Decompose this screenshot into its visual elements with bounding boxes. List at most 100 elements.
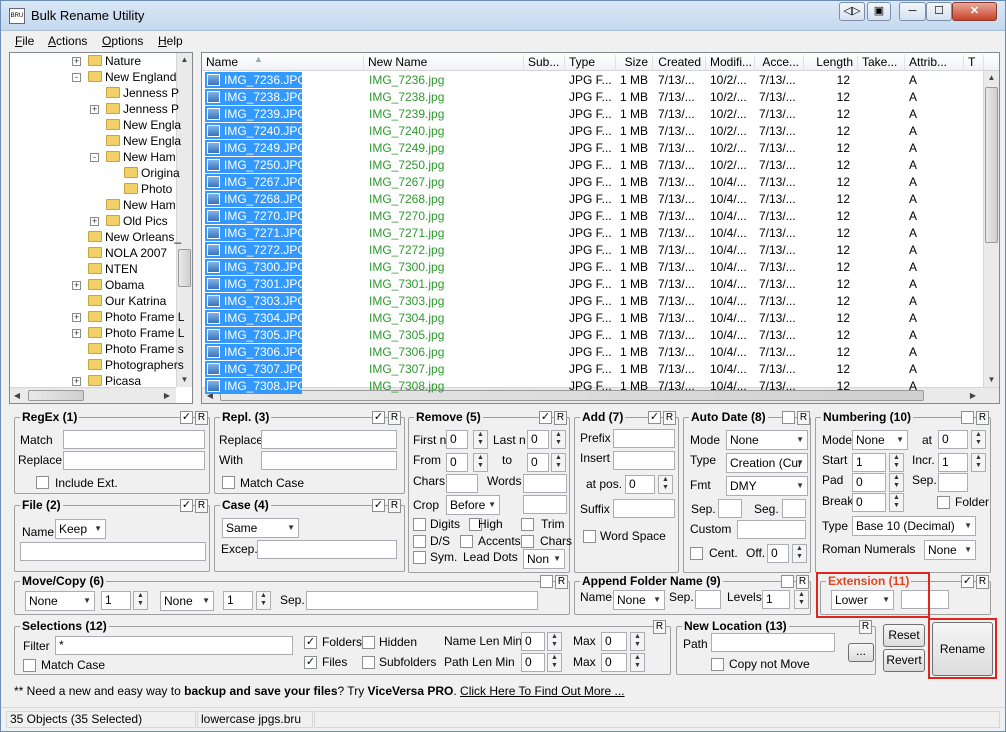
to-spinner[interactable]: ▲ ▼ [551, 453, 566, 472]
column-header[interactable]: Size [616, 55, 653, 71]
regex-replace-input[interactable] [63, 451, 205, 470]
from-input[interactable]: 0 [446, 453, 468, 472]
remove-enable-checkbox[interactable]: ✓ [539, 411, 552, 424]
tree-item[interactable]: New Ham [106, 150, 176, 166]
movecopy-reset-button[interactable]: R [555, 575, 568, 589]
repl-reset-button[interactable]: R [388, 411, 401, 425]
column-header[interactable]: Created [653, 55, 706, 71]
numbering-reset-button[interactable]: R [976, 411, 989, 425]
autodate-seg-input[interactable] [782, 499, 806, 518]
file-name-input[interactable] [20, 542, 206, 561]
tree-item[interactable]: Photographers [88, 358, 184, 374]
append-sep-input[interactable] [695, 590, 721, 609]
minimize-icon[interactable]: ─ [899, 2, 926, 21]
scroll-up-icon[interactable]: ▲ [177, 55, 192, 64]
repl-match-case-checkbox[interactable] [222, 476, 235, 489]
file-reset-button[interactable]: R [195, 499, 208, 513]
column-header[interactable]: Acce... [755, 55, 804, 71]
column-header[interactable]: Modifi... [706, 55, 755, 71]
movecopy-spinner-2[interactable]: ▲ ▼ [256, 591, 271, 610]
tree-item[interactable]: Our Katrina [88, 294, 166, 310]
file-scroll-thumb[interactable] [985, 87, 998, 243]
suffix-input[interactable] [613, 499, 675, 518]
tree-item[interactable]: New England [88, 70, 176, 86]
movecopy-num-2[interactable]: 1 [223, 591, 253, 610]
case-excep-input[interactable] [257, 540, 397, 559]
movecopy-sep-input[interactable] [306, 591, 538, 610]
tree-item[interactable]: Nature [88, 54, 141, 70]
column-header[interactable]: Sub... [524, 55, 565, 71]
menu-file[interactable]: File [15, 34, 34, 48]
table-row[interactable]: IMG_7271.JPG IMG_7271.jpg JPG F... 1 MB 7/13… [202, 225, 982, 242]
tree-item[interactable]: NOLA 2007 [88, 246, 167, 262]
last-n-spinner[interactable]: ▲ ▼ [551, 430, 566, 449]
off-input[interactable]: 0 [767, 544, 789, 563]
subfolders-checkbox[interactable] [362, 656, 375, 669]
browse-button[interactable]: ... [848, 643, 874, 662]
tree-item[interactable]: Jenness P [106, 86, 179, 102]
autodate-type-select[interactable]: Creation (Cur [726, 453, 808, 473]
add-reset-button[interactable]: R [663, 411, 676, 425]
num-pad-spinner[interactable]: ▲ ▼ [889, 473, 904, 492]
column-header[interactable]: Attrib... [905, 55, 964, 71]
name-len-min-spinner[interactable]: ▲ ▼ [547, 632, 562, 651]
repl-replace-input[interactable] [261, 430, 397, 449]
num-pad-input[interactable]: 0 [852, 473, 886, 492]
column-header[interactable]: Length [804, 55, 858, 71]
table-row[interactable]: IMG_7240.JPG IMG_7240.jpg JPG F... 1 MB 7/13… [202, 123, 982, 140]
new-location-reset-button[interactable]: R [859, 620, 872, 634]
table-row[interactable]: IMG_7305.JPG IMG_7305.jpg JPG F... 1 MB 7/13… [202, 327, 982, 344]
selections-match-case-checkbox[interactable] [23, 659, 36, 672]
menu-options[interactable]: Options [102, 34, 143, 48]
name-max-spinner[interactable]: ▲ ▼ [630, 632, 645, 651]
at-pos-spinner[interactable]: ▲ ▼ [658, 475, 673, 494]
path-max-spinner[interactable]: ▲ ▼ [630, 653, 645, 672]
table-row[interactable]: IMG_7249.JPG IMG_7249.jpg JPG F... 1 MB 7/13… [202, 140, 982, 157]
table-row[interactable]: IMG_7250.JPG IMG_7250.jpg JPG F... 1 MB 7/13… [202, 157, 982, 174]
tree-item[interactable]: Picasa [88, 374, 141, 390]
tree-hscroll-thumb[interactable] [28, 390, 84, 401]
from-spinner[interactable]: ▲ ▼ [473, 453, 488, 472]
numbering-enable-checkbox[interactable] [961, 411, 974, 424]
autodate-sep-input[interactable] [718, 499, 742, 518]
table-row[interactable]: IMG_7238.JPG IMG_7238.jpg JPG F... 1 MB 7/13… [202, 89, 982, 106]
words-input[interactable] [523, 474, 567, 493]
num-incr-input[interactable]: 1 [938, 453, 968, 472]
last-n-input[interactable]: 0 [527, 430, 549, 449]
file-name-select[interactable]: Keep [55, 519, 106, 539]
scroll-up-icon[interactable]: ▲ [984, 73, 999, 82]
num-incr-spinner[interactable]: ▲ ▼ [971, 453, 986, 472]
scroll-left-icon[interactable]: ◀ [12, 391, 22, 400]
expand-icon[interactable]: + [72, 281, 81, 290]
collapse-icon[interactable]: - [72, 73, 81, 82]
off-spinner[interactable]: ▲ ▼ [792, 544, 807, 563]
restore-down-icon[interactable]: ◁▷ [839, 2, 865, 21]
name-max-input[interactable]: 0 [601, 632, 627, 651]
maximize-icon[interactable]: ☐ [926, 2, 952, 21]
tree-item[interactable]: Jenness P [106, 102, 179, 118]
revert-button[interactable]: Revert [883, 649, 925, 672]
table-row[interactable]: IMG_7236.JPG IMG_7236.jpg JPG F... 1 MB 7/13… [202, 72, 982, 89]
tree-item[interactable]: NTEN [88, 262, 138, 278]
table-row[interactable]: IMG_7300.JPG IMG_7300.jpg JPG F... 1 MB 7/13… [202, 259, 982, 276]
crop-select[interactable]: Before [446, 495, 500, 515]
to-input[interactable]: 0 [527, 453, 549, 472]
movecopy-spinner-1[interactable]: ▲ ▼ [133, 591, 148, 610]
lead-dots-select[interactable]: Non [523, 549, 565, 569]
tree-item[interactable]: New Orleans_ [88, 230, 181, 246]
num-mode-select[interactable]: None [852, 430, 908, 450]
scroll-down-icon[interactable]: ▼ [177, 375, 192, 384]
table-row[interactable]: IMG_7272.JPG IMG_7272.jpg JPG F... 1 MB 7/13… [202, 242, 982, 259]
table-row[interactable]: IMG_7301.JPG IMG_7301.jpg JPG F... 1 MB 7/13… [202, 276, 982, 293]
path-len-min-spinner[interactable]: ▲ ▼ [547, 653, 562, 672]
table-row[interactable]: IMG_7307.JPG IMG_7307.jpg JPG F... 1 MB 7/13… [202, 361, 982, 378]
roman-select[interactable]: None [924, 540, 976, 560]
movecopy-select-2[interactable]: None [160, 591, 214, 611]
expand-icon[interactable]: + [72, 57, 81, 66]
tree-item[interactable]: Photo Frame L [88, 326, 184, 342]
table-row[interactable]: IMG_7306.JPG IMG_7306.jpg JPG F... 1 MB 7/13… [202, 344, 982, 361]
column-header[interactable]: New Name [364, 55, 524, 71]
file-enable-checkbox[interactable]: ✓ [180, 499, 193, 512]
extension-enable-checkbox[interactable]: ✓ [961, 575, 974, 588]
num-type-select[interactable]: Base 10 (Decimal) [852, 516, 976, 536]
